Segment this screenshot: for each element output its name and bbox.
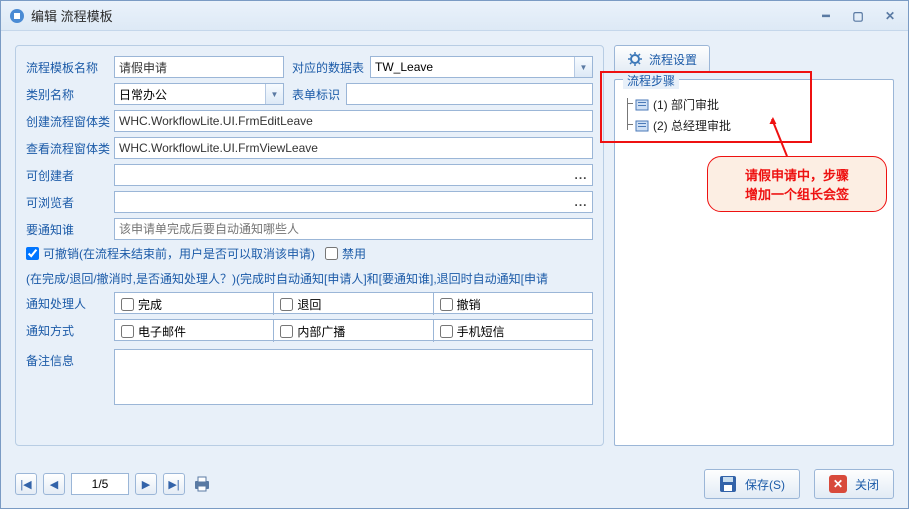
- label-create-window-class: 创建流程窗体类: [26, 113, 114, 130]
- content-area: 流程模板名称 对应的数据表 TW_Leave ▼ 类别名称 日常办公 ▼ 表单标…: [1, 31, 908, 460]
- notify-handler-group: 完成 退回 撤销: [114, 292, 593, 314]
- view-window-class-input[interactable]: [114, 137, 593, 159]
- step-label: (2) 总经理审批: [653, 117, 731, 134]
- disabled-label: 禁用: [342, 245, 366, 262]
- category-name-value: 日常办公: [115, 86, 265, 103]
- notify-method-group: 电子邮件 内部广播 手机短信: [114, 319, 593, 341]
- pager-first-button[interactable]: |◀: [15, 473, 37, 495]
- label-can-create: 可创建者: [26, 167, 114, 184]
- method-broadcast-checkbox[interactable]: [280, 325, 293, 338]
- callout-line2: 增加一个组长会签: [745, 184, 849, 203]
- maximize-button[interactable]: ▢: [848, 8, 868, 24]
- callout-line1: 请假申请中，步骤: [745, 165, 849, 184]
- revocable-checkbox[interactable]: [26, 247, 39, 260]
- close-icon: ✕: [829, 475, 847, 493]
- steps-tree: (1) 部门审批 (2) 总经理审批: [621, 86, 887, 136]
- handler-complete-checkbox[interactable]: [121, 298, 134, 311]
- data-table-value: TW_Leave: [371, 60, 574, 74]
- method-sms-checkbox[interactable]: [440, 325, 453, 338]
- form-id-input[interactable]: [346, 83, 593, 105]
- dropdown-arrow-icon: ▼: [574, 57, 592, 77]
- pager-last-button[interactable]: ▶|: [163, 473, 185, 495]
- handler-revoke-checkbox[interactable]: [440, 298, 453, 311]
- label-remark: 备注信息: [26, 349, 114, 369]
- create-window-class-input[interactable]: [114, 110, 593, 132]
- label-flow-template-name: 流程模板名称: [26, 59, 114, 76]
- pager: |◀ ◀ ▶ ▶|: [15, 473, 213, 495]
- minimize-button[interactable]: ━: [816, 8, 836, 24]
- flow-template-name-input[interactable]: [114, 56, 284, 78]
- label-view-window-class: 查看流程窗体类: [26, 140, 114, 157]
- disk-icon: [719, 475, 737, 493]
- window-title: 编辑 流程模板: [31, 6, 816, 25]
- step-icon: [635, 98, 649, 112]
- dropdown-arrow-icon: ▼: [265, 84, 283, 104]
- printer-icon[interactable]: [191, 473, 213, 495]
- label-notify-method: 通知方式: [26, 322, 114, 339]
- gear-icon: [627, 51, 643, 67]
- category-name-dropdown[interactable]: 日常办公 ▼: [114, 83, 284, 105]
- label-form-id: 表单标识: [292, 86, 340, 103]
- remark-textarea[interactable]: [114, 349, 593, 405]
- section-note: (在完成/退回/撤消时,是否通知处理人？)(完成时自动通知[申请人]和[要通知谁…: [26, 270, 593, 287]
- label-notify-handler: 通知处理人: [26, 295, 114, 312]
- steps-group-title: 流程步骤: [623, 72, 679, 89]
- handler-return-checkbox[interactable]: [280, 298, 293, 311]
- close-label: 关闭: [855, 476, 879, 493]
- ellipsis-button[interactable]: ...: [570, 165, 592, 185]
- flow-config-label: 流程设置: [649, 51, 697, 68]
- titlebar: 编辑 流程模板 ━ ▢ ✕: [1, 1, 908, 31]
- annotation-arrow-icon: ▲: [767, 113, 779, 127]
- flow-config-button[interactable]: 流程设置: [614, 45, 710, 73]
- step-icon: [635, 119, 649, 133]
- can-create-input[interactable]: ...: [114, 164, 593, 186]
- footer: |◀ ◀ ▶ ▶| 保存(S) ✕ 关闭: [1, 460, 908, 508]
- can-view-input[interactable]: ...: [114, 191, 593, 213]
- label-can-view: 可浏览者: [26, 194, 114, 211]
- label-data-table: 对应的数据表: [292, 59, 364, 76]
- label-category-name: 类别名称: [26, 86, 114, 103]
- right-panel: 流程设置 流程步骤 (1) 部门审批 (2) 总经理审批: [614, 45, 894, 446]
- window-controls: ━ ▢ ✕: [816, 8, 900, 24]
- notify-who-input[interactable]: [114, 218, 593, 240]
- close-button[interactable]: ✕ 关闭: [814, 469, 894, 499]
- form-panel: 流程模板名称 对应的数据表 TW_Leave ▼ 类别名称 日常办公 ▼ 表单标…: [15, 45, 604, 446]
- save-button[interactable]: 保存(S): [704, 469, 800, 499]
- step-item[interactable]: (1) 部门审批: [621, 94, 887, 115]
- data-table-dropdown[interactable]: TW_Leave ▼: [370, 56, 593, 78]
- pager-prev-button[interactable]: ◀: [43, 473, 65, 495]
- step-item[interactable]: (2) 总经理审批: [621, 115, 887, 136]
- app-icon: [9, 8, 25, 24]
- method-email-checkbox[interactable]: [121, 325, 134, 338]
- pager-next-button[interactable]: ▶: [135, 473, 157, 495]
- window: 编辑 流程模板 ━ ▢ ✕ 流程模板名称 对应的数据表 TW_Leave ▼ 类…: [0, 0, 909, 509]
- label-notify-who: 要通知谁: [26, 221, 114, 238]
- steps-group: 流程步骤 (1) 部门审批 (2) 总经理审批: [614, 79, 894, 446]
- pager-page-input[interactable]: [71, 473, 129, 495]
- save-label: 保存(S): [745, 476, 785, 493]
- disabled-checkbox[interactable]: [325, 247, 338, 260]
- step-label: (1) 部门审批: [653, 96, 719, 113]
- revocable-label: 可撤销(在流程未结束前，用户是否可以取消该申请): [43, 245, 315, 262]
- footer-buttons: 保存(S) ✕ 关闭: [704, 469, 894, 499]
- annotation-callout: 请假申请中，步骤 增加一个组长会签: [707, 156, 887, 212]
- ellipsis-button[interactable]: ...: [570, 192, 592, 212]
- close-button[interactable]: ✕: [880, 8, 900, 24]
